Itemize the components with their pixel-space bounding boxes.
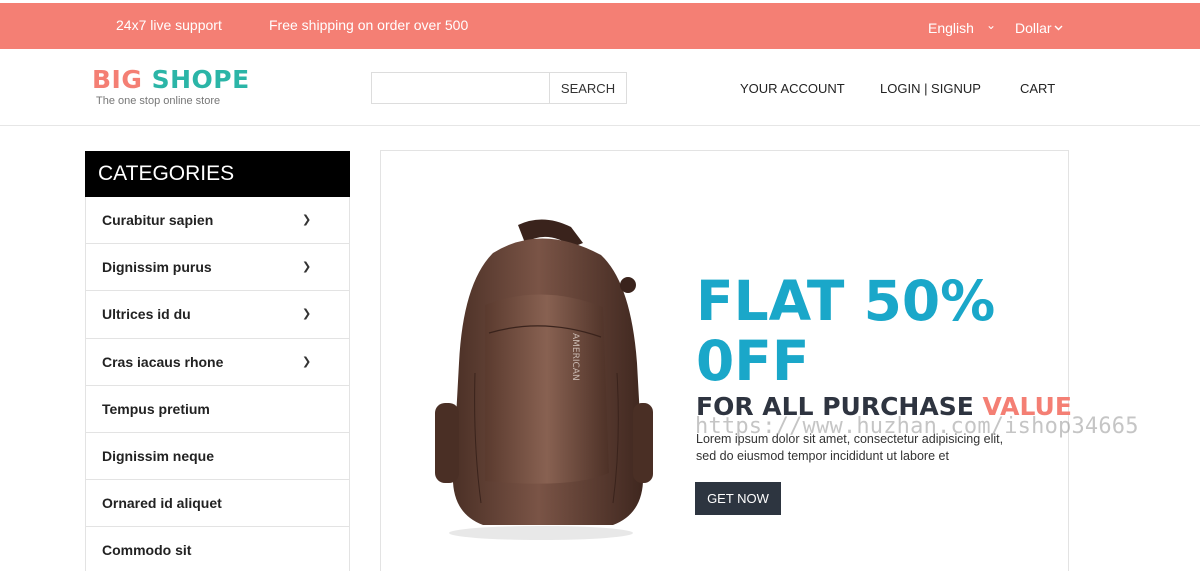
backpack-image: AMERICAN [435,219,653,540]
nav-cart[interactable]: CART [1020,81,1055,96]
currency-label: Dollar [1015,20,1052,36]
promo-banner: AMERICAN FLAT 50% 0FF FOR ALL PURCHASE V… [380,150,1072,571]
free-shipping-text: Free shipping on order over 500 [269,17,469,33]
discount-headline-line2: 0FF [696,329,810,393]
categories-title: CATEGORIES [85,151,350,197]
site-header: BIG SHOPE The one stop online store SEAR… [0,49,1200,126]
categories-list: Curabitur sapien ❯ Dignissim purus ❯ Ultri… [85,197,350,571]
chevron-down-icon [1054,25,1063,31]
logo[interactable]: BIG SHOPE The one stop online store [92,65,250,107]
svg-text:AMERICAN: AMERICAN [570,333,580,381]
search-form: SEARCH [371,72,627,104]
category-item[interactable]: Tempus pretium [86,386,349,433]
nav-login-signup[interactable]: LOGIN | SIGNUP [880,81,981,96]
category-item[interactable]: Commodo sit [86,527,349,571]
promo-headline: FLAT 50% 0FF [696,271,995,391]
live-support-text: 24x7 live support [116,17,222,33]
discount-headline-line1: FLAT 50% [696,269,996,333]
search-input[interactable] [371,72,549,104]
chevron-down-icon[interactable]: ⌄ [986,18,996,32]
category-item[interactable]: Ultrices id du ❯ [86,291,349,339]
category-item[interactable]: Dignissim purus ❯ [86,244,349,292]
nav-your-account[interactable]: YOUR ACCOUNT [740,81,845,96]
logo-text: BIG SHOPE [92,65,250,94]
language-selector[interactable]: English [928,20,974,36]
categories-sidebar: CATEGORIES Curabitur sapien ❯ Dignissim p… [85,151,350,571]
get-now-button[interactable]: GET NOW [695,482,781,515]
language-label: English [928,20,974,36]
chevron-down-icon: ❯ [302,308,312,321]
top-bar: 24x7 live support Free shipping on order… [0,3,1200,49]
logo-tagline: The one stop online store [96,95,221,107]
watermark-text: https://www.huzhan.com/ishop34665 [695,414,1139,439]
category-item[interactable]: Ornared id aliquet [86,480,349,528]
search-button[interactable]: SEARCH [549,72,627,104]
chevron-down-icon: ❯ [302,214,312,226]
category-item[interactable]: Cras iacaus rhone ❯ [86,339,349,386]
currency-selector[interactable]: Dollar [1015,20,1063,36]
category-item[interactable]: Curabitur sapien ❯ [86,197,349,245]
category-item[interactable]: Dignissim neque [86,433,349,481]
chevron-down-icon: ❯ [302,355,312,368]
chevron-down-icon: ❯ [302,261,312,274]
